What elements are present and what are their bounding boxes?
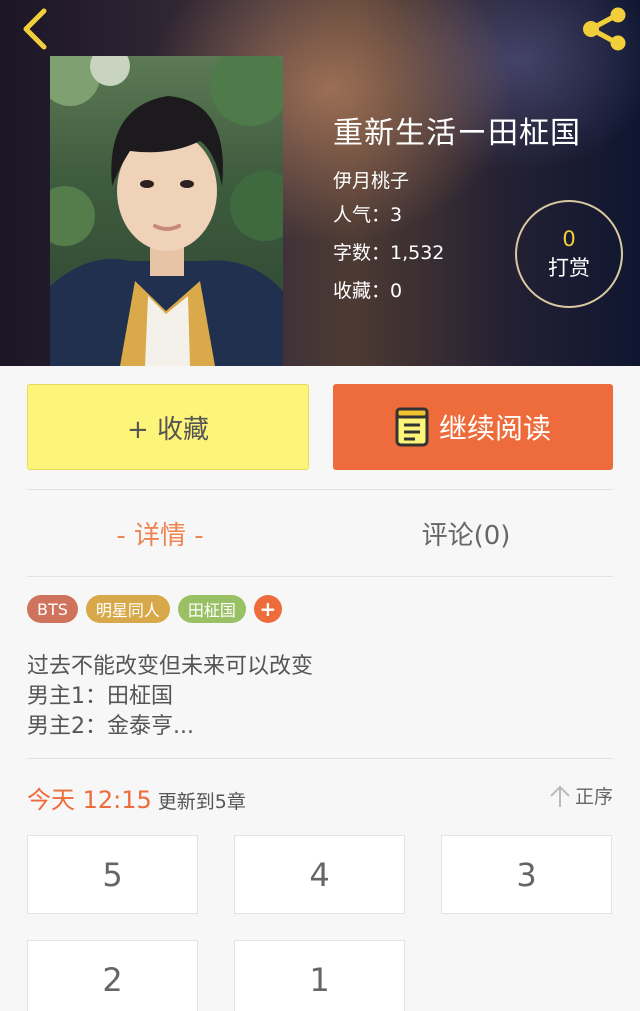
action-buttons: + 收藏 继续阅读 <box>27 384 613 470</box>
tag-list: BTS 明星同人 田柾国 + <box>27 595 282 623</box>
book-icon <box>395 407 429 447</box>
tag-jungkook[interactable]: 田柾国 <box>177 595 246 623</box>
arrow-up-icon <box>550 785 570 807</box>
tab-bar: - 详情 - 评论(0) <box>0 490 640 576</box>
chapter-button-5[interactable]: 5 <box>27 835 198 914</box>
reward-label: 打赏 <box>548 256 590 280</box>
back-button[interactable] <box>10 4 60 54</box>
add-to-collection-button[interactable]: + 收藏 <box>27 384 309 470</box>
book-description[interactable]: 过去不能改变但未来可以改变 男主1：田柾国 男主2：金泰亨... <box>27 652 613 742</box>
chapter-button-3[interactable]: 3 <box>441 835 612 914</box>
chapter-button-2[interactable]: 2 <box>27 940 198 1011</box>
update-info: 今天 12:15 更新到5章 正序 <box>27 780 613 816</box>
book-header: 重新生活ー田柾国 伊月桃子 人气：3 字数：1,532 收藏：0 0 打赏 <box>0 0 640 366</box>
description-line: 男主2：金泰亨... <box>27 714 194 739</box>
divider <box>27 576 613 577</box>
sort-order-label: 正序 <box>574 786 613 808</box>
update-time: 今天 12:15 <box>27 786 152 814</box>
share-icon <box>583 7 626 51</box>
book-title: 重新生活ー田柾国 <box>333 116 581 151</box>
divider <box>27 758 613 759</box>
chapter-button-4[interactable]: 4 <box>234 835 405 914</box>
continue-reading-button[interactable]: 继续阅读 <box>333 384 613 470</box>
continue-reading-label: 继续阅读 <box>438 412 551 445</box>
description-line: 过去不能改变但未来可以改变 <box>27 654 314 679</box>
reward-count: 0 <box>562 227 576 251</box>
update-text: 更新到5章 <box>157 791 246 813</box>
tag-bts[interactable]: BTS <box>27 595 78 623</box>
chapter-button-1[interactable]: 1 <box>234 940 405 1011</box>
book-author[interactable]: 伊月桃子 <box>333 166 581 196</box>
tag-celebrity-fanfic[interactable]: 明星同人 <box>85 595 170 623</box>
chevron-left-icon <box>23 8 47 50</box>
sort-order-button[interactable]: 正序 <box>549 782 613 809</box>
book-cover-image <box>50 56 283 366</box>
tab-details[interactable]: - 详情 - <box>0 490 320 576</box>
add-tag-button[interactable]: + <box>253 595 282 623</box>
tab-comments[interactable]: 评论(0) <box>306 490 626 576</box>
share-button[interactable] <box>578 4 632 54</box>
description-line: 男主1：田柾国 <box>27 684 173 709</box>
reward-button[interactable]: 0 打赏 <box>515 200 623 308</box>
